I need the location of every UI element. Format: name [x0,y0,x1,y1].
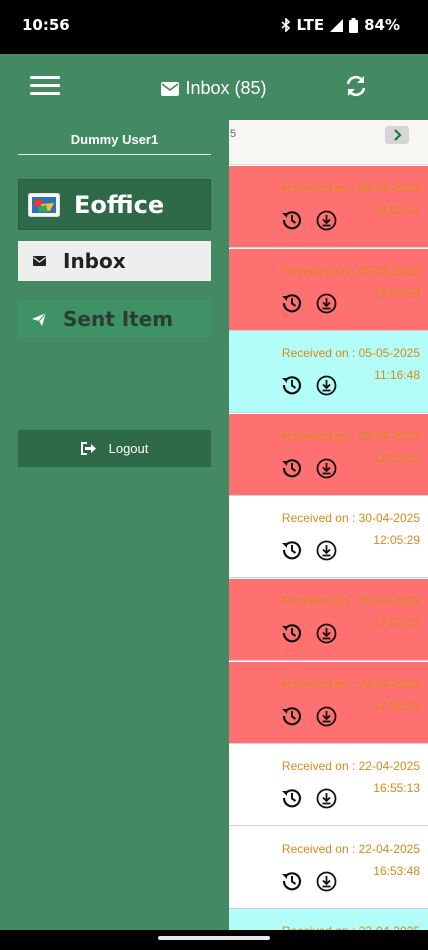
history-icon[interactable] [281,787,303,809]
history-icon[interactable] [281,705,303,727]
download-icon[interactable] [316,458,337,479]
user-name: Dummy User1 [70,132,159,147]
download-icon[interactable] [316,871,337,892]
received-date: Received on : 28-04-2025 [281,594,420,608]
status-icons: LTE 84% [281,16,400,34]
paper-plane-icon [32,312,46,326]
download-icon[interactable] [316,623,337,644]
nav-item-label: Inbox [63,249,126,273]
navigation-drawer: Dummy User1 Eoffice Inbox Sent Item Logo… [0,120,229,930]
signal-icon [330,18,344,32]
download-icon[interactable] [316,210,337,231]
app-bar: Inbox (85) [0,54,428,120]
eoffice-label: Eoffice [74,190,165,219]
received-timestamp: Received on : 22-04-2025 [260,920,420,930]
network-type: LTE [296,16,325,34]
status-time: 10:56 [22,16,70,34]
bluetooth-icon [281,18,290,32]
history-icon[interactable] [281,457,303,479]
received-date: Received on : 22-04-2025 [260,920,420,930]
logout-label: Logout [108,441,149,456]
battery-level: 84% [364,16,400,34]
history-icon[interactable] [281,292,303,314]
received-date: Received on : 05-05-2025 [281,346,420,361]
received-date: Received on : 23-04-2025 [281,676,420,691]
received-date: Received on : 22-04-2025 [281,841,420,856]
download-icon[interactable] [316,293,337,314]
received-date: Received on : 30-04-2025 [281,511,420,526]
list-header-text: 5 [230,128,237,140]
history-icon[interactable] [281,870,303,892]
chevron-right-icon[interactable] [385,126,409,144]
eoffice-header[interactable]: Eoffice [18,179,211,230]
user-divider [18,154,211,155]
logout-button[interactable]: Logout [18,430,211,467]
home-indicator[interactable] [158,936,270,940]
battery-icon [349,17,359,33]
history-icon[interactable] [281,374,303,396]
eoffice-logo-icon [28,192,60,217]
download-icon[interactable] [316,540,337,561]
history-icon[interactable] [281,539,303,561]
envelope-icon [32,254,46,268]
sign-out-icon [80,442,96,455]
refresh-icon[interactable] [344,74,368,98]
system-nav-bar [0,930,428,950]
received-date: Received on : 06-05-2025 [281,181,420,195]
history-icon[interactable] [281,622,303,644]
status-bar: 10:56 LTE 84% [0,0,428,54]
envelope-icon [161,81,180,96]
page-title-text: Inbox (85) [185,78,267,98]
received-date: Received on : 22-04-2025 [281,759,420,774]
download-icon[interactable] [316,788,337,809]
nav-item-label: Sent Item [63,307,174,331]
nav-item-sent[interactable]: Sent Item [18,300,211,338]
download-icon[interactable] [316,706,337,727]
nav-item-inbox[interactable]: Inbox [18,241,211,281]
received-date: Received on : 30-04-2025 [281,428,420,443]
download-icon[interactable] [316,375,337,396]
received-date: Received on : 06-05-2025 [281,263,420,278]
history-icon[interactable] [281,209,303,231]
